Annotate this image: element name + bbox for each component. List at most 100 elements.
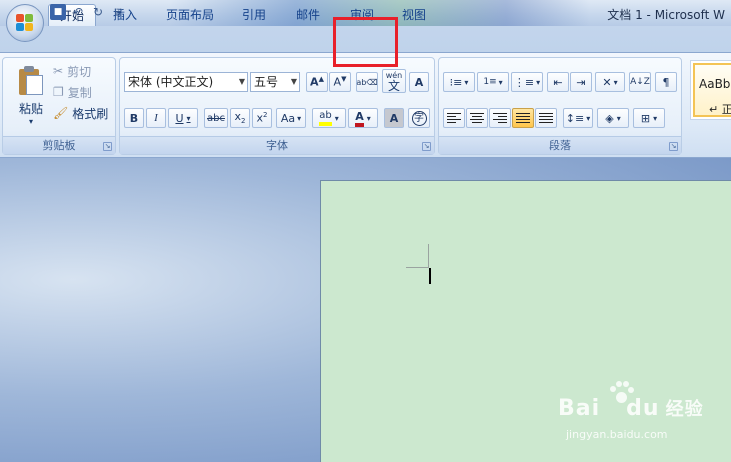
- show-marks-button[interactable]: ¶: [655, 72, 677, 92]
- copy-button[interactable]: ❐ 复制: [53, 83, 113, 101]
- qat-customize-icon[interactable]: ⩸: [110, 4, 126, 20]
- italic-button[interactable]: I: [146, 108, 166, 128]
- highlighter-icon: ab: [319, 110, 332, 126]
- increase-indent-icon: ⇥: [576, 75, 586, 89]
- multilevel-list-button[interactable]: ⋮≡ ▾: [511, 72, 543, 92]
- window-title: 文档 1 - Microsoft W: [607, 8, 725, 22]
- copy-icon: ❐: [53, 85, 64, 99]
- highlight-color-button[interactable]: ab ▾: [312, 108, 346, 128]
- watermark-url: jingyan.baidu.com: [566, 428, 668, 441]
- borders-button[interactable]: ⊞ ▾: [633, 108, 665, 128]
- styles-gallery: AaBbC ↵ 正: [690, 60, 731, 120]
- line-spacing-icon: ↕≡: [565, 111, 585, 125]
- grow-font-icon: A▲: [310, 75, 324, 89]
- align-right-icon: [493, 112, 507, 124]
- character-border-button[interactable]: A: [409, 72, 429, 92]
- distributed-icon: [539, 112, 553, 124]
- align-left-button[interactable]: [443, 108, 465, 128]
- character-shading-icon: A: [389, 111, 399, 125]
- text-cursor: [429, 268, 431, 284]
- chinese-layout-button[interactable]: ✕ ▾: [595, 72, 625, 92]
- change-case-button[interactable]: Aa ▾: [276, 108, 306, 128]
- font-name-select[interactable]: 宋体 (中文正文) ▼: [124, 72, 248, 92]
- undo-icon[interactable]: ↶: [70, 4, 86, 20]
- underline-icon: U: [175, 111, 184, 125]
- chevron-down-icon: ▾: [334, 113, 339, 123]
- clipboard-group: 粘贴 ▾ ✂ 剪切 ❐ 复制 🖌 格式刷 剪贴板 ↘: [2, 57, 116, 155]
- style-normal-card[interactable]: AaBbC ↵ 正: [693, 63, 731, 117]
- margin-corner-mark-horizontal: [406, 267, 428, 268]
- ribbon: 粘贴 ▾ ✂ 剪切 ❐ 复制 🖌 格式刷 剪贴板 ↘ 宋体 (中文正文) ▼ 五号 ▼ A…: [0, 52, 731, 158]
- paragraph-launcher-icon[interactable]: ↘: [669, 142, 678, 151]
- sort-icon: A↓Z: [630, 77, 650, 87]
- font-color-button[interactable]: A ▾: [348, 108, 378, 128]
- numbering-icon: 1≡: [483, 77, 497, 87]
- shading-button[interactable]: ◈ ▾: [597, 108, 629, 128]
- paragraph-group-label: 段落: [439, 136, 681, 154]
- enclose-characters-button[interactable]: 字: [408, 108, 430, 128]
- phonetic-guide-button[interactable]: wén 文: [382, 69, 406, 93]
- pilcrow-icon: ¶: [662, 75, 670, 89]
- cut-label: 剪切: [67, 64, 92, 79]
- redo-icon[interactable]: ↻: [90, 4, 106, 20]
- tab-mailings[interactable]: 邮件: [286, 4, 330, 26]
- chevron-down-icon: ▾: [186, 113, 191, 123]
- scissors-icon: ✂: [53, 64, 64, 78]
- numbering-button[interactable]: 1≡ ▾: [477, 72, 509, 92]
- tab-page-layout[interactable]: 页面布局: [158, 4, 222, 26]
- sort-button[interactable]: A↓Z: [629, 72, 651, 92]
- chevron-down-icon: ▾: [366, 113, 371, 123]
- italic-icon: I: [154, 112, 158, 124]
- office-button[interactable]: [6, 4, 44, 42]
- format-painter-button[interactable]: 🖌 格式刷: [53, 104, 115, 122]
- line-spacing-button[interactable]: ↕≡ ▾: [563, 108, 593, 128]
- align-center-button[interactable]: [466, 108, 488, 128]
- align-left-icon: [447, 112, 461, 124]
- style-name: ↵ 正: [709, 103, 731, 116]
- font-size-value: 五号: [254, 75, 279, 89]
- clipboard-group-label: 剪贴板: [3, 136, 115, 154]
- tab-references[interactable]: 引用: [232, 4, 276, 26]
- change-case-label: Aa: [280, 111, 296, 125]
- baidu-watermark: Bai du 经验: [558, 395, 704, 421]
- tab-view[interactable]: 视图: [392, 4, 436, 26]
- subscript-button[interactable]: x2: [230, 108, 250, 128]
- paste-button[interactable]: 粘贴: [11, 100, 51, 116]
- paste-icon[interactable]: [17, 66, 43, 96]
- enclose-characters-icon: 字: [411, 110, 427, 126]
- clipboard-launcher-icon[interactable]: ↘: [103, 142, 112, 151]
- subscript-icon: x2: [234, 110, 246, 126]
- bullets-icon: ⁝≡: [449, 75, 463, 89]
- increase-indent-button[interactable]: ⇥: [570, 72, 592, 92]
- chevron-down-icon: ▾: [586, 113, 591, 123]
- bold-button[interactable]: B: [124, 108, 144, 128]
- watermark-brand-suffix: du: [626, 396, 660, 421]
- grow-font-button[interactable]: A▲: [306, 72, 328, 92]
- paste-dropdown-icon[interactable]: ▾: [21, 116, 41, 126]
- office-logo-icon: [16, 14, 34, 32]
- justify-button[interactable]: [512, 108, 534, 128]
- distributed-button[interactable]: [535, 108, 557, 128]
- font-name-value: 宋体 (中文正文): [128, 75, 214, 89]
- underline-button[interactable]: U ▾: [168, 108, 198, 128]
- align-right-button[interactable]: [489, 108, 511, 128]
- character-shading-button[interactable]: A: [384, 108, 404, 128]
- font-launcher-icon[interactable]: ↘: [422, 142, 431, 151]
- style-sample: AaBbC: [699, 77, 731, 91]
- clear-format-button[interactable]: ab⌫: [356, 72, 378, 92]
- align-center-icon: [470, 112, 484, 124]
- bold-icon: B: [129, 111, 139, 125]
- strikethrough-button[interactable]: abc: [204, 108, 228, 128]
- chevron-down-icon: ▾: [536, 77, 541, 87]
- save-icon[interactable]: ■: [50, 4, 66, 20]
- bullets-button[interactable]: ⁝≡ ▾: [443, 72, 475, 92]
- superscript-button[interactable]: x2: [252, 108, 272, 128]
- decrease-indent-button[interactable]: ⇤: [547, 72, 569, 92]
- chevron-down-icon: ▾: [498, 77, 503, 87]
- shrink-font-button[interactable]: A▼: [329, 72, 351, 92]
- font-size-select[interactable]: 五号 ▼: [250, 72, 300, 92]
- paragraph-group: ⁝≡ ▾ 1≡ ▾ ⋮≡ ▾ ⇤ ⇥ ✕ ▾ A↓Z ¶ ↕≡ ▾ ◈ ▾ ⊞ ▾ 段落 ↘: [438, 57, 682, 155]
- chevron-down-icon: ▾: [653, 113, 658, 123]
- cut-button[interactable]: ✂ 剪切: [53, 62, 113, 80]
- chevron-down-icon: ▾: [464, 77, 469, 87]
